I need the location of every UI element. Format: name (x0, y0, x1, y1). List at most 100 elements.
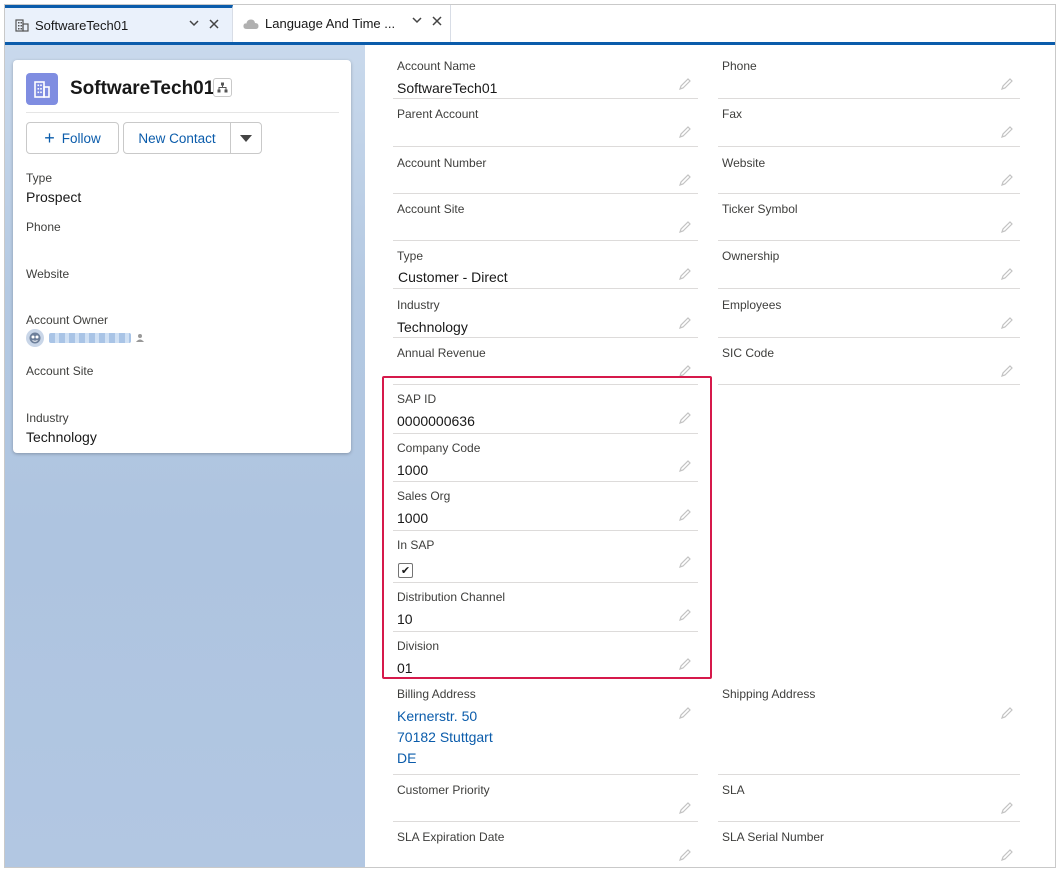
account-icon (15, 19, 29, 32)
avatar[interactable] (26, 329, 44, 347)
field-value: SoftwareTech01 (397, 80, 498, 96)
edit-pencil-icon[interactable] (678, 706, 692, 720)
edit-pencil-icon[interactable] (678, 848, 692, 862)
field-label: Account Number (397, 156, 487, 170)
tab-softwaretech01[interactable]: SoftwareTech01 (5, 5, 233, 42)
account-site-label: Account Site (26, 364, 94, 378)
edit-pencil-icon[interactable] (678, 411, 692, 425)
field-customer-priority: Customer Priority (393, 775, 698, 822)
industry-label: Industry (26, 411, 69, 425)
field-value: 10 (397, 611, 413, 627)
highlights-panel: SoftwareTech01 + Follow New Contact Type… (13, 60, 351, 453)
change-owner-icon[interactable] (135, 333, 145, 343)
field-label: Division (397, 639, 440, 653)
account-owner-value[interactable] (26, 328, 145, 348)
chevron-down-icon[interactable] (411, 14, 423, 29)
field-label: Distribution Channel (397, 590, 506, 604)
workspace-tab-bar: SoftwareTech01 Language And Time ... (5, 5, 1055, 45)
field-label: Customer Priority (397, 783, 490, 797)
chevron-down-icon[interactable] (188, 17, 200, 32)
chevron-down-icon (240, 134, 252, 142)
edit-pencil-icon[interactable] (678, 608, 692, 622)
in-sap-checkbox[interactable]: ✔ (398, 563, 413, 578)
field-label: Parent Account (397, 107, 479, 121)
field-sic-code: SIC Code (718, 338, 1020, 385)
edit-pencil-icon[interactable] (678, 220, 692, 234)
cloud-icon (243, 19, 259, 29)
record-detail: Account Name SoftwareTech01 Phone Parent… (365, 45, 1055, 867)
edit-pencil-icon[interactable] (678, 459, 692, 473)
edit-pencil-icon[interactable] (678, 125, 692, 139)
field-account-name: Account Name SoftwareTech01 (393, 51, 698, 99)
field-annual-revenue: Annual Revenue (393, 338, 698, 385)
edit-pencil-icon[interactable] (1000, 316, 1014, 330)
plus-icon: + (44, 127, 55, 148)
divider (26, 112, 339, 113)
field-label: Website (722, 156, 766, 170)
field-label: SLA Expiration Date (397, 830, 505, 844)
field-employees: Employees (718, 289, 1020, 338)
close-icon[interactable] (431, 14, 443, 31)
field-label: SLA Serial Number (722, 830, 825, 844)
edit-pencil-icon[interactable] (678, 316, 692, 330)
field-label: Annual Revenue (397, 346, 486, 360)
edit-pencil-icon[interactable] (1000, 706, 1014, 720)
edit-pencil-icon[interactable] (1000, 220, 1014, 234)
edit-pencil-icon[interactable] (1000, 848, 1014, 862)
field-value: 01 (397, 660, 413, 676)
field-parent-account: Parent Account (393, 99, 698, 147)
app-window: SoftwareTech01 Language And Time ... Sof… (4, 4, 1056, 868)
field-industry: Industry Technology (393, 289, 698, 338)
owner-name-link[interactable] (49, 333, 131, 343)
field-sales-org: Sales Org 1000 (393, 482, 698, 531)
field-value: Technology (397, 319, 468, 335)
edit-pencil-icon[interactable] (1000, 125, 1014, 139)
billing-address-line2[interactable]: 70182 Stuttgart (397, 727, 493, 748)
field-company-code: Company Code 1000 (393, 434, 698, 482)
edit-pencil-icon[interactable] (1000, 77, 1014, 91)
field-fax: Fax (718, 99, 1020, 147)
edit-pencil-icon[interactable] (678, 77, 692, 91)
website-label: Website (26, 267, 70, 281)
field-ticker-symbol: Ticker Symbol (718, 194, 1020, 241)
edit-pencil-icon[interactable] (1000, 173, 1014, 187)
edit-pencil-icon[interactable] (678, 555, 692, 569)
tab-label: SoftwareTech01 (35, 17, 129, 33)
field-label: Company Code (397, 441, 481, 455)
more-actions-button[interactable] (230, 122, 262, 154)
follow-button[interactable]: + Follow (26, 122, 119, 154)
edit-pencil-icon[interactable] (1000, 267, 1014, 281)
field-website: Website (718, 147, 1020, 194)
edit-pencil-icon[interactable] (678, 267, 692, 281)
billing-address-line1[interactable]: Kernerstr. 50 (397, 706, 477, 727)
field-ownership: Ownership (718, 241, 1020, 289)
type-value: Prospect (26, 189, 82, 205)
field-account-site: Account Site (393, 194, 698, 241)
field-value: 0000000636 (397, 413, 475, 429)
billing-address-line3[interactable]: DE (397, 748, 416, 769)
field-phone: Phone (718, 51, 1020, 99)
hierarchy-icon (217, 82, 228, 93)
field-label: Employees (722, 298, 782, 312)
edit-pencil-icon[interactable] (678, 801, 692, 815)
field-label: SLA (722, 783, 745, 797)
account-owner-label: Account Owner (26, 313, 109, 327)
field-label: Shipping Address (722, 687, 816, 701)
edit-pencil-icon[interactable] (678, 657, 692, 671)
field-sap-id: SAP ID 0000000636 (393, 385, 698, 434)
left-panel-background: SoftwareTech01 + Follow New Contact Type… (5, 45, 365, 867)
close-icon[interactable] (208, 17, 220, 34)
field-sla-serial-number: SLA Serial Number (718, 822, 1020, 867)
account-icon (26, 73, 58, 105)
edit-pencil-icon[interactable] (1000, 801, 1014, 815)
edit-pencil-icon[interactable] (678, 173, 692, 187)
edit-pencil-icon[interactable] (1000, 364, 1014, 378)
hierarchy-button[interactable] (213, 78, 232, 97)
field-label: Sales Org (397, 489, 451, 503)
new-contact-button[interactable]: New Contact (123, 122, 231, 154)
industry-value: Technology (26, 429, 97, 445)
field-label: Ticker Symbol (722, 202, 798, 216)
edit-pencil-icon[interactable] (678, 364, 692, 378)
edit-pencil-icon[interactable] (678, 508, 692, 522)
tab-language-and-time[interactable]: Language And Time ... (233, 5, 451, 42)
